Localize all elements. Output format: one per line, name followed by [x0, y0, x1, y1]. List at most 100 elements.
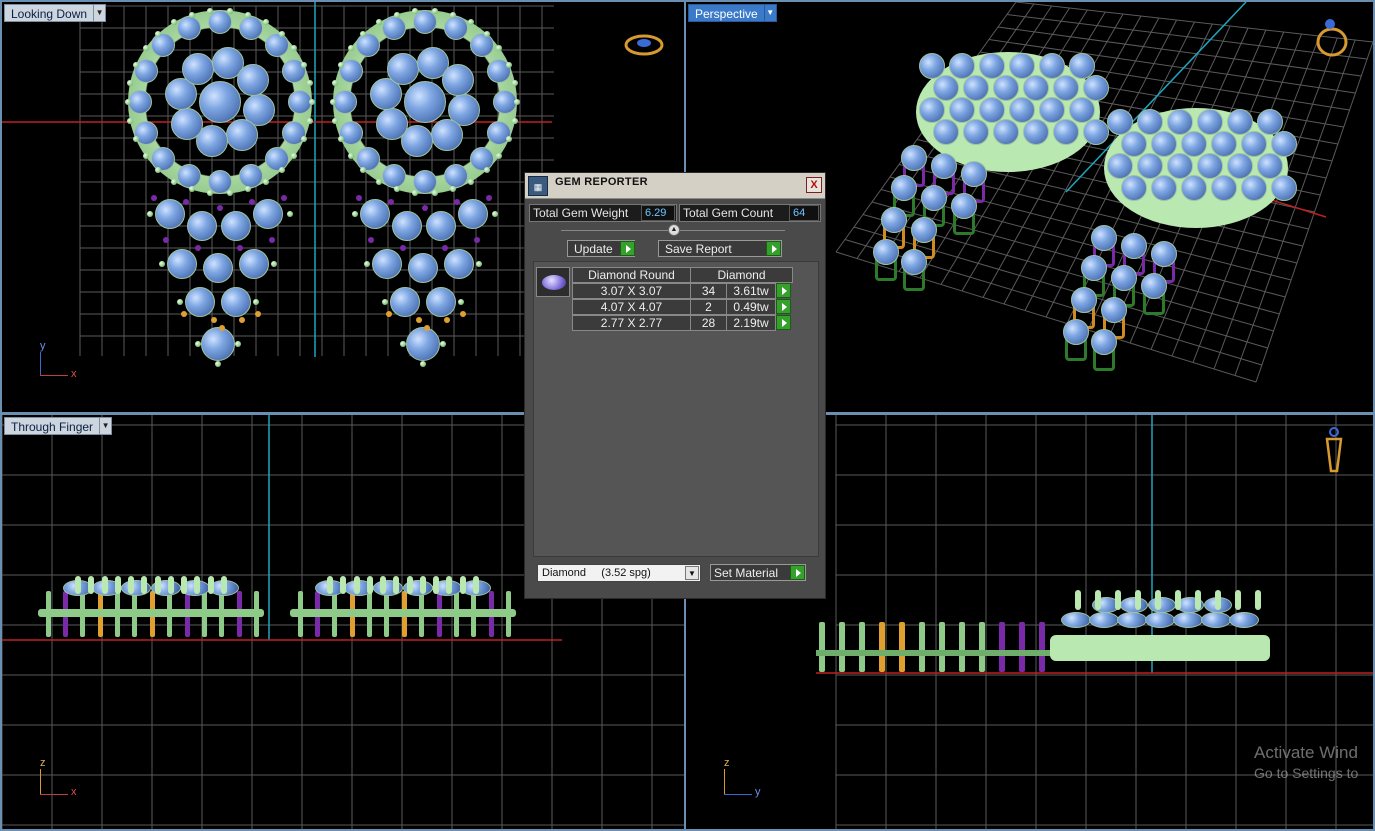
bead: [226, 7, 233, 14]
save-report-go-icon[interactable]: [766, 241, 781, 256]
drop-gem: [426, 211, 456, 241]
axis-label-x: x: [71, 786, 77, 798]
row-1-go-icon[interactable]: [776, 283, 791, 298]
bead: [195, 341, 201, 347]
total-gem-count-value: 64: [789, 205, 819, 221]
gem: [375, 108, 408, 141]
bead: [188, 11, 195, 18]
gem: [963, 119, 989, 145]
gem: [931, 153, 957, 179]
prong-tip: [207, 576, 214, 594]
bead: [278, 30, 285, 37]
table-header-material: Diamond: [690, 267, 793, 283]
bead: [483, 167, 490, 174]
total-gem-weight-value: 6.29: [641, 205, 675, 221]
view-cube-icon[interactable]: [622, 32, 666, 58]
set-material-go-icon[interactable]: [790, 565, 805, 580]
bead: [412, 7, 419, 14]
prong-post: [1039, 622, 1045, 672]
prong-tip: [1075, 590, 1081, 610]
prong-post: [819, 622, 825, 672]
bead: [215, 361, 221, 367]
row-3-weight: 2.19tw: [726, 315, 776, 331]
gem: [264, 146, 289, 171]
close-button[interactable]: X: [806, 177, 822, 193]
drop-gem: [390, 287, 420, 317]
material-select[interactable]: Diamond (3.52 spg) ▼: [537, 564, 701, 582]
prong: [217, 205, 223, 211]
axis-label-y: y: [40, 340, 46, 352]
prong: [183, 199, 189, 205]
gem: [911, 217, 937, 243]
bead: [301, 61, 308, 68]
drop-gem: [253, 199, 283, 229]
prong: [400, 245, 406, 251]
update-go-icon[interactable]: [620, 241, 635, 256]
base-rail: [38, 609, 264, 617]
gem: [1201, 612, 1231, 628]
gem: [1023, 119, 1049, 145]
ring-icon[interactable]: [1312, 16, 1352, 60]
gem: [443, 16, 468, 41]
prong-tip: [1115, 590, 1121, 610]
row-3-go-icon[interactable]: [776, 315, 791, 330]
gem: [1148, 597, 1176, 613]
bead: [514, 99, 520, 105]
drop-gem: [221, 211, 251, 241]
drop-gem: [458, 199, 488, 229]
center-gem: [199, 81, 241, 123]
drop-gem: [408, 253, 438, 283]
bead: [127, 79, 133, 86]
prong-tip: [1195, 590, 1201, 610]
row-2-go-icon[interactable]: [776, 299, 791, 314]
save-report-button[interactable]: Save Report: [658, 240, 782, 257]
gem-shape-thumbnail[interactable]: [536, 267, 570, 297]
axis-label-z: z: [40, 757, 46, 769]
row-1-weight: 3.61tw: [726, 283, 776, 299]
bead: [382, 299, 388, 305]
gem: [921, 185, 947, 211]
axis-label-y: y: [755, 786, 761, 798]
bead: [483, 30, 490, 37]
chevron-down-icon[interactable]: ▼: [685, 566, 699, 580]
drop-gem: [444, 249, 474, 279]
bead: [177, 299, 183, 305]
prong-tip: [1095, 590, 1101, 610]
gem: [1117, 612, 1147, 628]
viewport-label[interactable]: Looking Down ▼: [4, 4, 107, 22]
prong: [195, 245, 201, 251]
pendant-icon[interactable]: [1323, 425, 1345, 479]
gem: [443, 163, 468, 188]
bead: [506, 61, 513, 68]
prong-post: [939, 622, 945, 672]
center-gem: [404, 81, 446, 123]
prong-tip: [1215, 590, 1221, 610]
material-select-value: Diamond (3.52 spg): [542, 567, 651, 579]
bead: [309, 99, 315, 105]
collapse-icon[interactable]: ▲: [668, 224, 680, 236]
drop-gem: [185, 287, 215, 317]
chevron-down-icon[interactable]: ▼: [100, 417, 113, 435]
prong: [249, 199, 255, 205]
gem: [442, 63, 475, 96]
prong-tip: [167, 576, 174, 594]
prong: [255, 311, 261, 317]
gem: [1083, 119, 1109, 145]
viewport-label[interactable]: Through Finger ▼: [4, 417, 113, 435]
prong-post: [959, 622, 965, 672]
axis-indicator: y x: [36, 340, 86, 380]
viewport-label[interactable]: Perspective ▼: [688, 4, 777, 22]
prong-post: [839, 622, 845, 672]
dialog-title-bar[interactable]: ▦ GEM REPORTER X: [525, 173, 825, 199]
drop-gem: [426, 287, 456, 317]
bead: [125, 99, 131, 105]
prong: [281, 195, 287, 201]
prong: [474, 237, 480, 243]
drop-gem: [392, 211, 422, 241]
prong-post: [979, 622, 985, 672]
prong-post: [859, 622, 865, 672]
chevron-down-icon[interactable]: ▼: [94, 4, 107, 22]
gem: [1071, 287, 1097, 313]
chevron-down-icon[interactable]: ▼: [764, 4, 777, 22]
prong-tip: [181, 576, 188, 594]
